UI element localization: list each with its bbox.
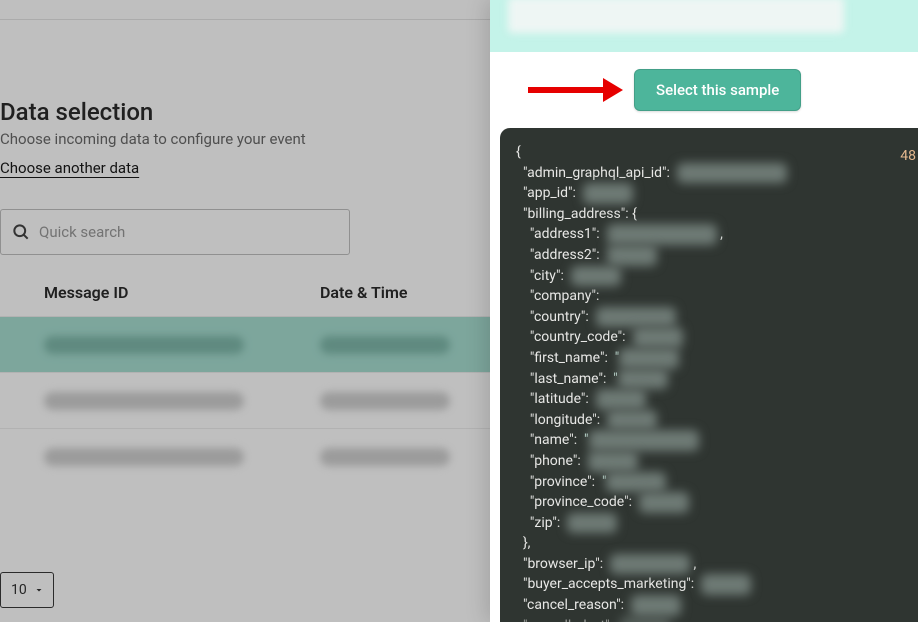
- select-sample-button[interactable]: Select this sample: [634, 69, 801, 111]
- json-line: "name": ": [516, 430, 908, 451]
- pagination-footer: 10: [0, 572, 54, 608]
- json-line: {: [516, 142, 908, 163]
- sample-preview-panel: Select this sample 48 { "admin_graphql_a…: [490, 0, 918, 622]
- json-line: "company":: [516, 286, 908, 307]
- row-date-redacted: [320, 336, 450, 354]
- table-row[interactable]: [0, 372, 490, 428]
- json-line: "first_name": ": [516, 348, 908, 369]
- json-line: "province_code":: [516, 492, 908, 513]
- column-message-id: Message ID: [44, 283, 320, 302]
- page-size-select[interactable]: 10: [0, 572, 54, 608]
- search-icon: [11, 222, 31, 242]
- json-line: "app_id":: [516, 183, 908, 204]
- json-line: },: [516, 533, 908, 554]
- page-title: Data selection: [0, 98, 490, 126]
- choose-another-data-link[interactable]: Choose another data: [0, 159, 139, 177]
- preview-header: [490, 0, 918, 52]
- row-date-redacted: [320, 448, 450, 466]
- json-preview[interactable]: 48 { "admin_graphql_api_id": "app_id": "…: [500, 128, 918, 622]
- action-row: Select this sample: [490, 52, 918, 128]
- json-line: "last_name": ": [516, 369, 908, 390]
- top-divider: [0, 0, 490, 20]
- json-line: "address1": ,: [516, 224, 908, 245]
- json-line: "cancelled_at":: [516, 616, 908, 622]
- annotation-arrow-icon: [528, 73, 623, 107]
- row-id-redacted: [44, 448, 244, 466]
- json-line: "country":: [516, 307, 908, 328]
- row-id-redacted: [44, 392, 244, 410]
- row-date-redacted: [320, 392, 450, 410]
- page-subtitle: Choose incoming data to configure your e…: [0, 130, 490, 148]
- json-line: "browser_ip": ,: [516, 554, 908, 575]
- json-line: "phone":: [516, 451, 908, 472]
- table-row[interactable]: [0, 316, 490, 372]
- table-header: Message ID Date & Time: [0, 283, 490, 316]
- json-line: "cancel_reason":: [516, 595, 908, 616]
- json-line: "province": ": [516, 472, 908, 493]
- json-line: "zip":: [516, 513, 908, 534]
- table-row[interactable]: [0, 428, 490, 484]
- json-line: "longitude":: [516, 410, 908, 431]
- json-line: "latitude":: [516, 389, 908, 410]
- page-size-value: 10: [11, 582, 27, 598]
- preview-header-redacted: [508, 0, 844, 33]
- json-line: "billing_address": {: [516, 204, 908, 225]
- json-line: "country_code":: [516, 327, 908, 348]
- search-input-wrap[interactable]: [0, 209, 350, 255]
- chevron-down-icon: [33, 584, 45, 596]
- content-area: Data selection Choose incoming data to c…: [0, 98, 490, 484]
- left-panel: Data selection Choose incoming data to c…: [0, 0, 490, 622]
- json-line: "admin_graphql_api_id":: [516, 163, 908, 184]
- search-input[interactable]: [39, 223, 339, 241]
- json-line: "buyer_accepts_marketing":: [516, 574, 908, 595]
- column-date-time: Date & Time: [320, 283, 490, 302]
- json-line-number-fragment: 48: [900, 146, 916, 167]
- json-line: "address2":: [516, 245, 908, 266]
- row-id-redacted: [44, 336, 244, 354]
- json-line: "city":: [516, 266, 908, 287]
